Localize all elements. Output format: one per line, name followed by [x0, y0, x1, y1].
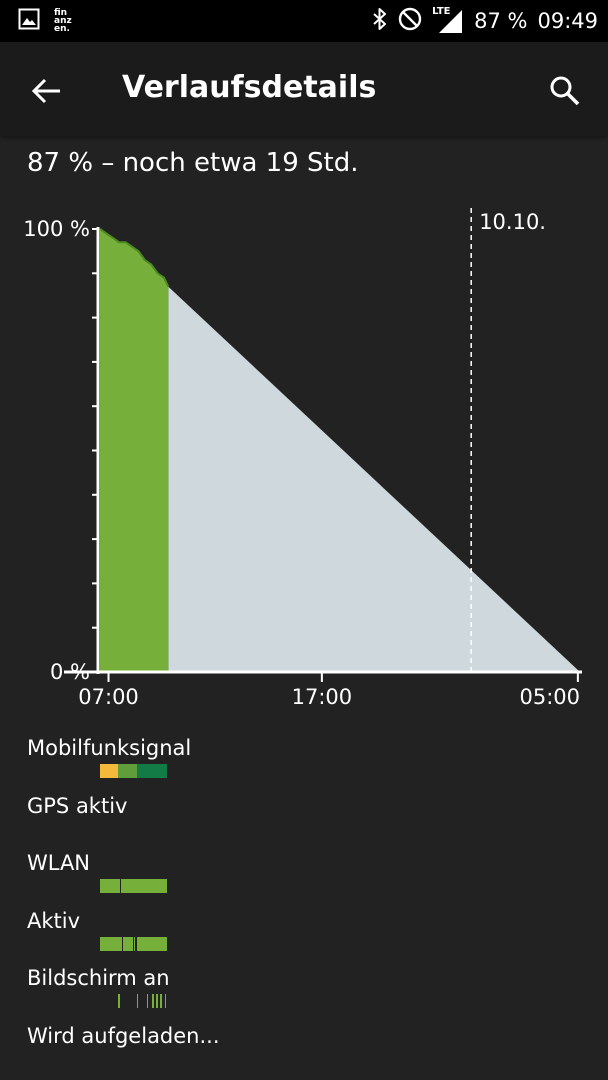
signal-segment	[164, 994, 167, 1008]
search-icon	[550, 76, 580, 106]
search-button[interactable]	[540, 66, 590, 116]
x-tick-label: 07:00	[78, 685, 139, 709]
app-bar: Verlaufsdetails	[0, 42, 608, 136]
signal-row-label: Aktiv	[27, 908, 81, 933]
clock: 09:49	[537, 9, 598, 33]
predicted-area	[168, 286, 580, 672]
x-tick-label: 17:00	[292, 685, 353, 709]
signal-segment	[136, 994, 139, 1008]
back-button[interactable]	[22, 66, 72, 116]
lte-signal-icon: LTE	[432, 6, 464, 34]
recorded-area	[100, 229, 169, 672]
signal-segment	[100, 936, 123, 951]
signal-row-bar	[100, 764, 167, 778]
x-tick-label: 05:00	[519, 685, 580, 709]
signal-row-bar	[100, 994, 167, 1008]
signal-segment	[152, 994, 154, 1008]
status-bar: fin anz en. LTE 87 % 09:49	[0, 0, 608, 42]
signal-row-label: GPS aktiv	[27, 793, 128, 818]
signal-row-label: Wird aufgeladen...	[27, 1023, 220, 1048]
signal-segment	[160, 994, 163, 1008]
gallery-icon	[18, 8, 40, 34]
signal-row-label: Mobilfunksignal	[27, 736, 192, 760]
signal-segment	[146, 994, 149, 1008]
finanzen-text-line: en.	[54, 24, 70, 34]
signal-segment	[123, 936, 133, 951]
date-marker-label: 10.10.	[479, 210, 546, 234]
battery-percent: 87 %	[474, 9, 528, 33]
signal-segment	[118, 764, 137, 778]
signal-segment	[134, 936, 136, 951]
battery-summary: 87 % – noch etwa 19 Std.	[27, 148, 359, 178]
signal-segment	[136, 936, 167, 951]
signal-row-label: WLAN	[27, 851, 91, 875]
signal-segment	[118, 994, 121, 1008]
y-tick-label: 0 %	[50, 660, 90, 684]
finanzen-app-icon: fin anz en.	[54, 9, 72, 34]
bluetooth-icon	[372, 7, 388, 35]
signal-segment	[100, 879, 121, 893]
do-not-disturb-icon	[398, 7, 422, 35]
arrow-left-icon	[31, 78, 60, 104]
y-tick-label: 100 %	[23, 217, 90, 241]
battery-history-chart: 10.10. 100 % 0 %07:00 17:00 05:00	[23, 208, 582, 709]
signal-row-bar	[100, 936, 167, 951]
signal-segment	[136, 764, 167, 778]
page-title: Verlaufsdetails	[122, 70, 377, 105]
signal-segment	[156, 994, 158, 1008]
signal-segment	[121, 879, 167, 893]
signal-row-bar	[100, 879, 167, 893]
signal-row-label: Bildschirm an	[27, 966, 170, 990]
signal-segment	[100, 764, 119, 778]
